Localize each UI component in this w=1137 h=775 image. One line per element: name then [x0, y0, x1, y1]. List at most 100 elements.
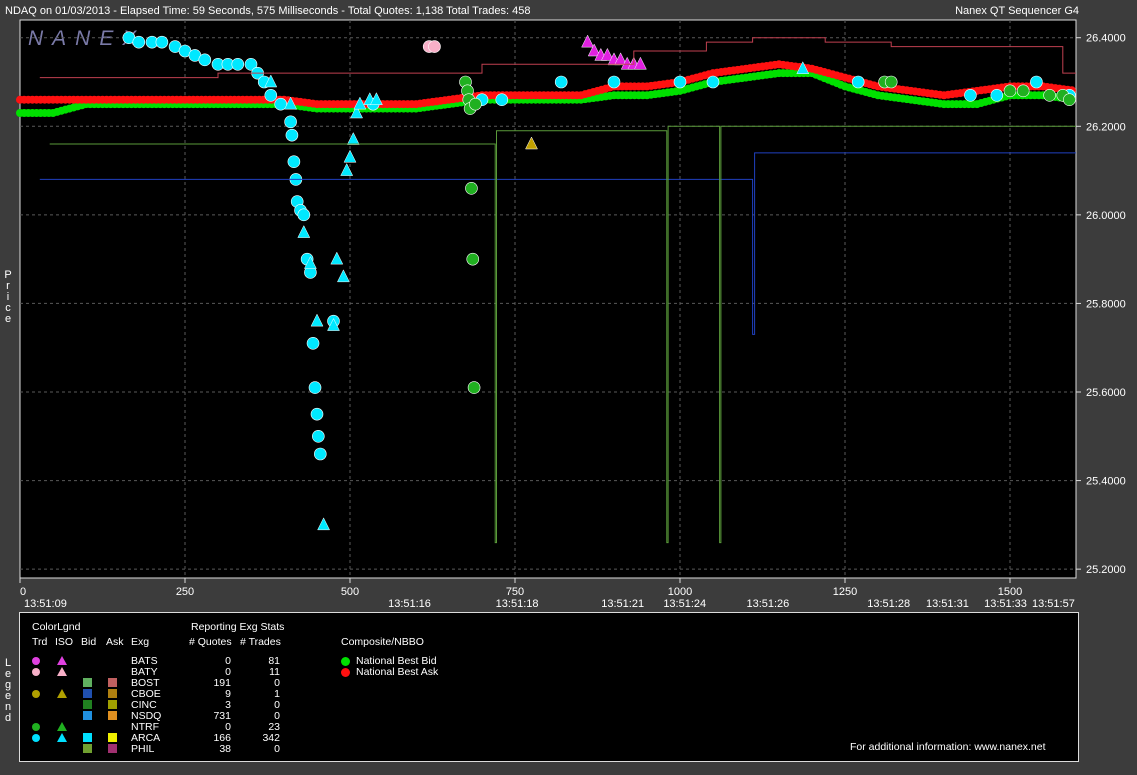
- ntrf-trades-point: [1003, 84, 1017, 98]
- legend-trd-header: Trd: [32, 636, 48, 648]
- phil-quotes-count: 38: [219, 743, 231, 755]
- y-tick-label: 25.4000: [1086, 476, 1126, 488]
- arca-trades-point: [297, 208, 311, 222]
- legend-stats-header: Reporting Exg Stats: [191, 621, 285, 633]
- arca-trades-point: [264, 88, 278, 102]
- baty-trades-series: [422, 40, 441, 53]
- arca-trades-point: [310, 407, 324, 421]
- time-label: 13:51:26: [746, 598, 789, 610]
- phil-trades-count: 0: [274, 743, 280, 755]
- arca-trades-point: [607, 75, 621, 89]
- baty-iso-marker: [57, 667, 67, 676]
- bats-trade-marker: [32, 657, 40, 665]
- time-label: 13:51:57: [1032, 598, 1075, 610]
- cboe-trade-marker: [32, 690, 40, 698]
- baty-trade-marker: [32, 668, 40, 676]
- phil-exg-label: PHIL: [131, 743, 155, 755]
- time-label: 13:51:21: [601, 598, 644, 610]
- arca-trades-point: [554, 75, 568, 89]
- legend-ask-header: Ask: [106, 636, 124, 648]
- phil-bid-swatch: [83, 744, 92, 753]
- legend-panel: ColorLgnd Trd ISO Bid Ask Exg Reporting …: [19, 612, 1079, 762]
- time-label: 13:51:33: [984, 598, 1027, 610]
- ntrf-trades-point: [467, 381, 481, 394]
- nbb-marker: [341, 657, 350, 666]
- legend-exg-header: Exg: [131, 636, 150, 648]
- nsdq-bid-swatch: [83, 711, 92, 720]
- arca-trades-point: [287, 155, 301, 169]
- x-tick-label: 1250: [833, 586, 857, 598]
- nsdq-ask-swatch: [108, 711, 117, 720]
- bats-iso-marker: [57, 656, 67, 665]
- cboe-iso-marker: [57, 689, 67, 698]
- legend-composite-header: Composite/NBBO: [341, 636, 424, 648]
- time-label: 13:51:18: [496, 598, 539, 610]
- bost-ask-swatch: [108, 678, 117, 687]
- x-tick-label: 1000: [668, 586, 692, 598]
- ntrf-iso-marker: [57, 722, 67, 731]
- cboe-ask-swatch: [108, 689, 117, 698]
- time-label: 13:51:31: [926, 598, 969, 610]
- bost-bid-swatch: [83, 678, 92, 687]
- legend-bid-header: Bid: [81, 636, 97, 648]
- legend-nba-label: National Best Ask: [356, 666, 439, 678]
- arca-trade-marker: [32, 734, 40, 742]
- ntrf-trades-point: [1016, 84, 1030, 98]
- ntrf-trades-point: [884, 75, 898, 89]
- arca-trades-point: [284, 115, 297, 129]
- arca-ask-swatch: [108, 733, 117, 742]
- arca-trades-point: [308, 381, 322, 394]
- arca-trades-point: [990, 88, 1004, 102]
- ntrf-trades-point: [466, 252, 480, 266]
- y-tick-label: 25.8000: [1086, 298, 1126, 310]
- arca-trades-point: [231, 57, 245, 71]
- x-tick-label: 0: [20, 586, 26, 598]
- legend-footer: For additional information: www.nanex.ne…: [850, 741, 1046, 753]
- legend-iso-header: ISO: [55, 636, 74, 648]
- arca-trades-point: [306, 336, 320, 350]
- cinc-bid-swatch: [83, 700, 92, 709]
- legend-trades-header: # Trades: [240, 636, 281, 648]
- arca-trades-point: [673, 75, 687, 89]
- ntrf-trade-marker: [32, 723, 40, 731]
- arca-trades-point: [851, 75, 865, 89]
- legend-quotes-header: # Quotes: [189, 636, 232, 648]
- y-tick-label: 26.4000: [1086, 33, 1126, 45]
- nba-marker: [341, 668, 350, 677]
- arca-trades-point: [1030, 75, 1043, 89]
- arca-trades-point: [285, 128, 299, 142]
- phil-ask-swatch: [108, 744, 117, 753]
- arca-trades-point: [706, 75, 720, 89]
- y-tick-label: 25.2000: [1086, 564, 1126, 576]
- legend-side-label: Legend: [3, 658, 13, 724]
- arca-iso-marker: [57, 733, 67, 742]
- cboe-bid-swatch: [83, 689, 92, 698]
- x-tick-label: 750: [506, 586, 524, 598]
- arca-trades-point: [132, 35, 146, 49]
- arca-bid-swatch: [83, 733, 92, 742]
- ntrf-trades-point: [1043, 88, 1056, 102]
- time-label: 13:51:16: [388, 598, 431, 610]
- arca-trades-point: [312, 429, 325, 443]
- arca-trades-point: [313, 447, 327, 461]
- ntrf-trades-point: [1063, 93, 1076, 107]
- arca-trades-point: [495, 93, 509, 107]
- cinc-ask-swatch: [108, 700, 117, 709]
- arca-trades-point: [964, 88, 977, 102]
- time-label: 13:51:24: [663, 598, 706, 610]
- arca-trades-point: [155, 35, 169, 49]
- x-tick-label: 1500: [998, 586, 1022, 598]
- legend-side-letter: d: [4, 712, 12, 724]
- time-label: 13:51:28: [867, 598, 910, 610]
- price-chart: NANEX0 250 500 750 1000 1250 150025.200025.400…: [16, 19, 1126, 610]
- ntrf-trades-point: [469, 97, 482, 111]
- x-tick-label: 250: [176, 586, 194, 598]
- y-tick-label: 25.6000: [1086, 387, 1126, 399]
- y-tick-label: 26.2000: [1086, 121, 1126, 133]
- legend-color-header: ColorLgnd: [32, 621, 81, 633]
- arca-trades-point: [198, 53, 212, 67]
- baty-trades-point: [428, 40, 441, 53]
- y-tick-label: 26.0000: [1086, 210, 1126, 222]
- ntrf-trades-point: [465, 181, 478, 195]
- time-label: 13:51:09: [24, 598, 67, 610]
